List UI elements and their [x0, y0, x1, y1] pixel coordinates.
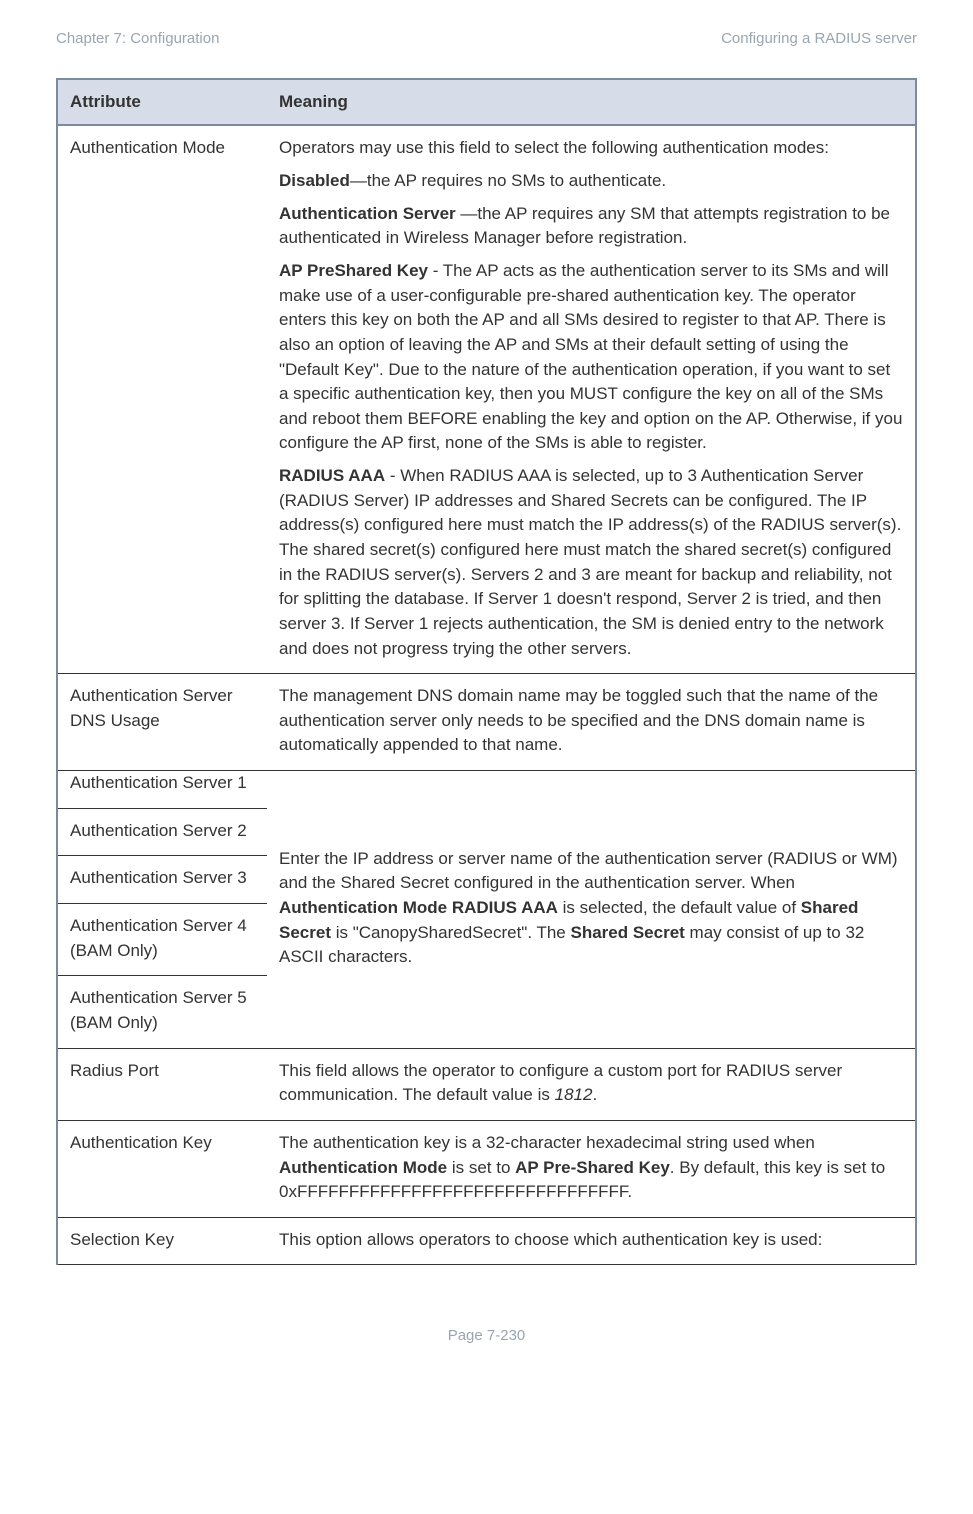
auth-mode-radius: RADIUS AAA - When RADIUS AAA is selected…: [279, 464, 903, 661]
meaning-radius-port: This field allows the operator to config…: [267, 1048, 916, 1120]
attr-auth-server-3: Authentication Server 3: [58, 856, 267, 904]
header-left: Chapter 7: Configuration: [56, 28, 219, 50]
meaning-authentication-mode: Operators may use this field to select t…: [267, 125, 916, 673]
attr-radius-port: Radius Port: [57, 1048, 267, 1120]
meaning-dns-usage: The management DNS domain name may be to…: [267, 674, 916, 771]
attr-auth-server-1: Authentication Server 1: [58, 761, 267, 809]
auth-mode-disabled: Disabled—the AP requires no SMs to authe…: [279, 169, 903, 194]
row-auth-servers: Authentication Server 1 Authentication S…: [57, 771, 916, 1048]
attr-selection-key: Selection Key: [57, 1217, 267, 1265]
row-authentication-key: Authentication Key The authentication ke…: [57, 1120, 916, 1217]
row-dns-usage: Authentication Server DNS Usage The mana…: [57, 674, 916, 771]
attr-auth-servers: Authentication Server 1 Authentication S…: [57, 771, 267, 1048]
auth-mode-intro: Operators may use this field to select t…: [279, 136, 903, 161]
page-footer: Page 7-230: [56, 1325, 917, 1347]
meaning-auth-servers: Enter the IP address or server name of t…: [267, 771, 916, 1048]
page-header: Chapter 7: Configuration Configuring a R…: [56, 28, 917, 50]
row-selection-key: Selection Key This option allows operato…: [57, 1217, 916, 1265]
attr-auth-server-5: Authentication Server 5 (BAM Only): [58, 976, 267, 1047]
meaning-selection-key: This option allows operators to choose w…: [267, 1217, 916, 1265]
col-meaning: Meaning: [267, 79, 916, 126]
attr-dns-usage: Authentication Server DNS Usage: [57, 674, 267, 771]
auth-mode-preshared: AP PreShared Key - The AP acts as the au…: [279, 259, 903, 456]
row-radius-port: Radius Port This field allows the operat…: [57, 1048, 916, 1120]
attribute-table: Attribute Meaning Authentication Mode Op…: [56, 78, 917, 1266]
attr-authentication-mode: Authentication Mode: [57, 125, 267, 673]
attr-auth-server-4: Authentication Server 4 (BAM Only): [58, 904, 267, 976]
attr-auth-server-2: Authentication Server 2: [58, 809, 267, 857]
col-attribute: Attribute: [57, 79, 267, 126]
auth-mode-authserver: Authentication Server —the AP requires a…: [279, 202, 903, 251]
meaning-authentication-key: The authentication key is a 32-character…: [267, 1120, 916, 1217]
row-authentication-mode: Authentication Mode Operators may use th…: [57, 125, 916, 673]
attr-authentication-key: Authentication Key: [57, 1120, 267, 1217]
header-right: Configuring a RADIUS server: [721, 28, 917, 50]
